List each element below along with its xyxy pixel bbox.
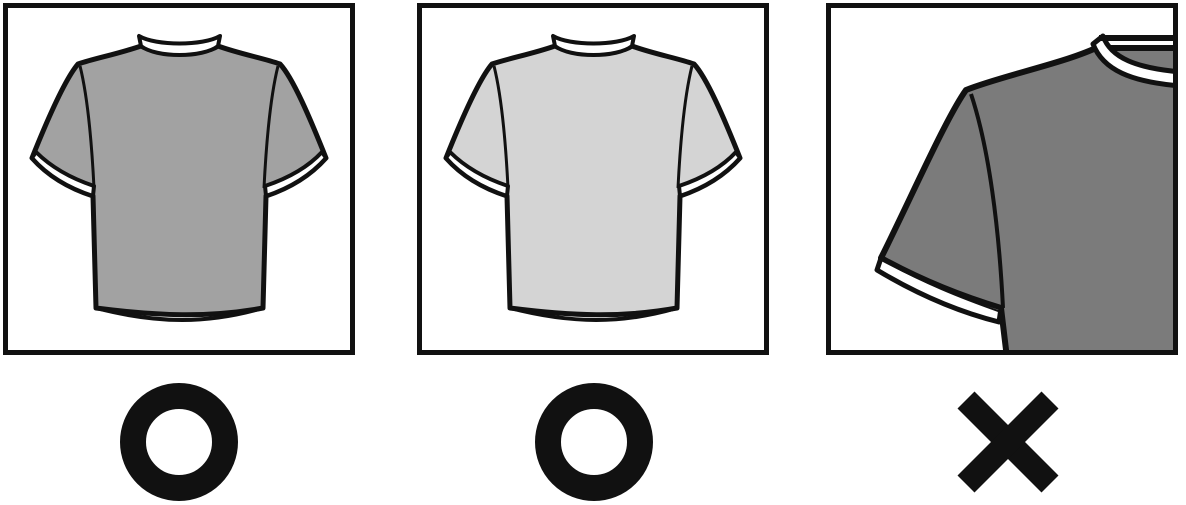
image-panel-correct-2 [417,3,769,355]
tshirt-medium-gray-illustration [29,34,329,322]
tshirt-dark-gray-cropped-illustration [874,33,1173,350]
tshirt-light-gray-illustration [443,34,743,322]
circle-icon [119,382,239,502]
image-panel-correct-1 [3,3,355,355]
image-panel-incorrect [826,3,1178,355]
circle-icon [534,382,654,502]
cross-icon [948,382,1068,502]
